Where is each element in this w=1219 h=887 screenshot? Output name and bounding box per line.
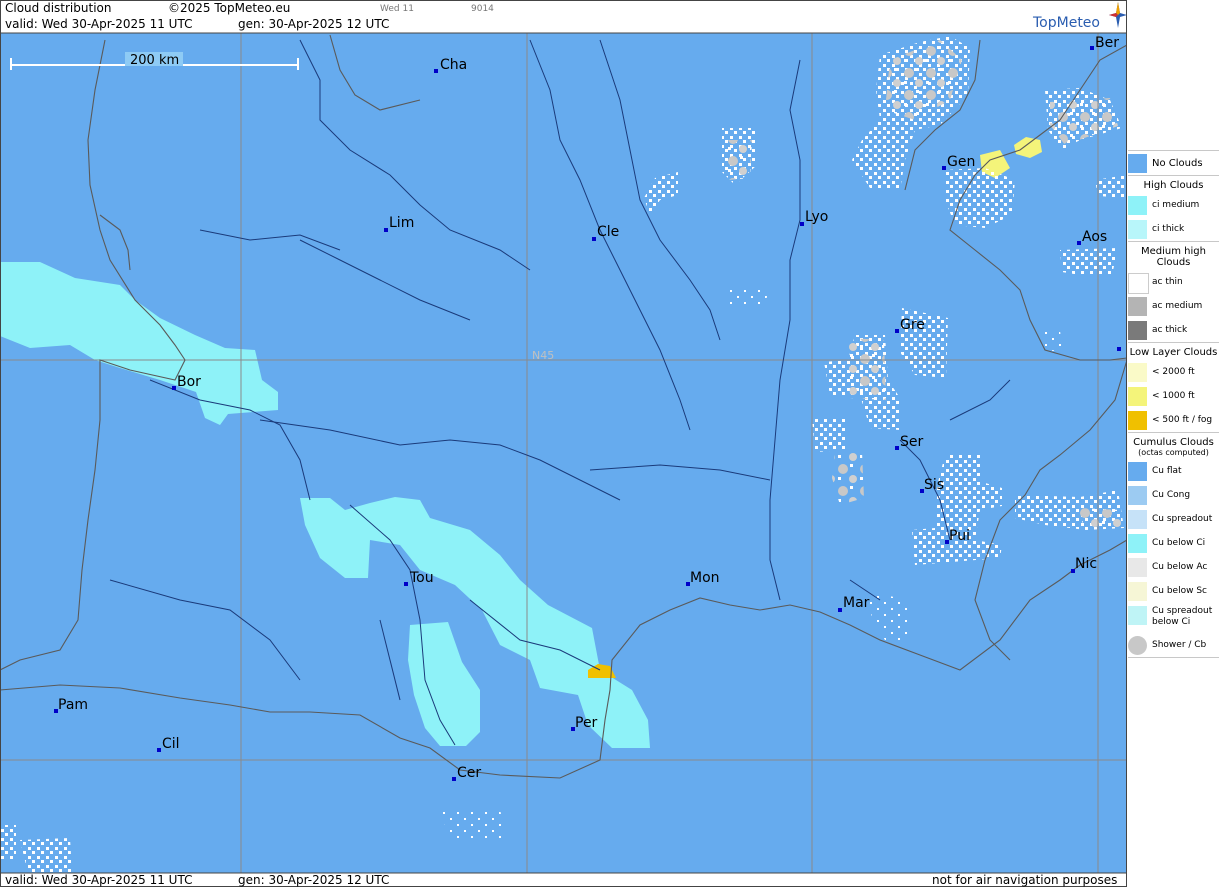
legend-high-clouds-heading: High Clouds — [1128, 175, 1219, 193]
city-label: Gen — [947, 154, 975, 170]
legend-cumulus-heading: Cumulus Clouds (octas computed) — [1128, 432, 1219, 459]
legend-ci-thick: ci thick — [1128, 217, 1219, 241]
city-label: Bor — [177, 374, 201, 390]
map-title: Cloud distribution — [5, 1, 112, 15]
legend-cu-flat: Cu flat — [1128, 459, 1219, 483]
legend: No Clouds High Clouds ci medium ci thick… — [1128, 150, 1219, 658]
city-label: Aos — [1082, 229, 1107, 245]
footer-generated-time: gen: 30-Apr-2025 12 UTC — [238, 873, 390, 887]
cloud-map: Cha Ber Gen Lim Cle Lyo Aos Gre Bor Ser … — [0, 0, 1127, 887]
copyright: ©2025 TopMeteo.eu — [168, 1, 291, 15]
topmeteo-logo[interactable]: TopMeteo — [1033, 2, 1127, 31]
legend-cu-below-sc: Cu below Sc — [1128, 579, 1219, 603]
city-label: Gre — [900, 317, 925, 333]
city-label: Per — [575, 715, 598, 731]
city-label: Nic — [1075, 556, 1097, 572]
legend-cu-spread-below-ci: Cu spreadout below Ci — [1128, 603, 1219, 633]
city-label: Tou — [409, 570, 434, 586]
city-label: Cle — [597, 224, 619, 240]
legend-lt2000: < 2000 ft — [1128, 360, 1219, 384]
city-label: Cha — [440, 57, 467, 73]
legend-shower-cb: Shower / Cb — [1128, 633, 1219, 658]
product-code: 9014 — [471, 4, 494, 14]
city-label: Cil — [162, 736, 180, 752]
legend-low-layer-heading: Low Layer Clouds — [1128, 342, 1219, 360]
city-label: Cer — [457, 765, 481, 781]
legend-ac-medium: ac medium — [1128, 294, 1219, 318]
legend-no-clouds: No Clouds — [1128, 150, 1219, 175]
disclaimer: not for air navigation purposes — [932, 873, 1118, 887]
city-label: Lyo — [805, 209, 828, 225]
city-label: Mar — [843, 595, 870, 611]
legend-ac-thin: ac thin — [1128, 270, 1219, 294]
latitude-label: N45 — [532, 349, 554, 362]
city-label: Ser — [900, 434, 924, 450]
city-label: Sis — [924, 477, 944, 493]
footer-valid-time: valid: Wed 30-Apr-2025 11 UTC — [5, 873, 193, 887]
compass-star-icon — [1109, 2, 1127, 28]
time-slot: Wed 11 — [380, 4, 414, 14]
legend-ci-medium: ci medium — [1128, 193, 1219, 217]
legend-cu-spreadout: Cu spreadout — [1128, 507, 1219, 531]
legend-lt500-fog: < 500 ft / fog — [1128, 408, 1219, 432]
generated-time: gen: 30-Apr-2025 12 UTC — [238, 17, 390, 31]
logo-text: TopMeteo — [1033, 15, 1100, 31]
valid-time: valid: Wed 30-Apr-2025 11 UTC — [5, 17, 193, 31]
legend-medium-high-heading: Medium high Clouds — [1128, 241, 1219, 270]
legend-cu-below-ci: Cu below Ci — [1128, 531, 1219, 555]
city-label: Lim — [389, 215, 414, 231]
legend-ac-thick: ac thick — [1128, 318, 1219, 342]
city-label: Pam — [58, 697, 88, 713]
scale-label: 200 km — [130, 53, 179, 68]
city-label: Pui — [949, 528, 970, 544]
legend-lt1000: < 1000 ft — [1128, 384, 1219, 408]
legend-cu-cong: Cu Cong — [1128, 483, 1219, 507]
city-label: Ber — [1095, 35, 1119, 51]
city-label: Mon — [690, 570, 720, 586]
legend-cu-below-ac: Cu below Ac — [1128, 555, 1219, 579]
